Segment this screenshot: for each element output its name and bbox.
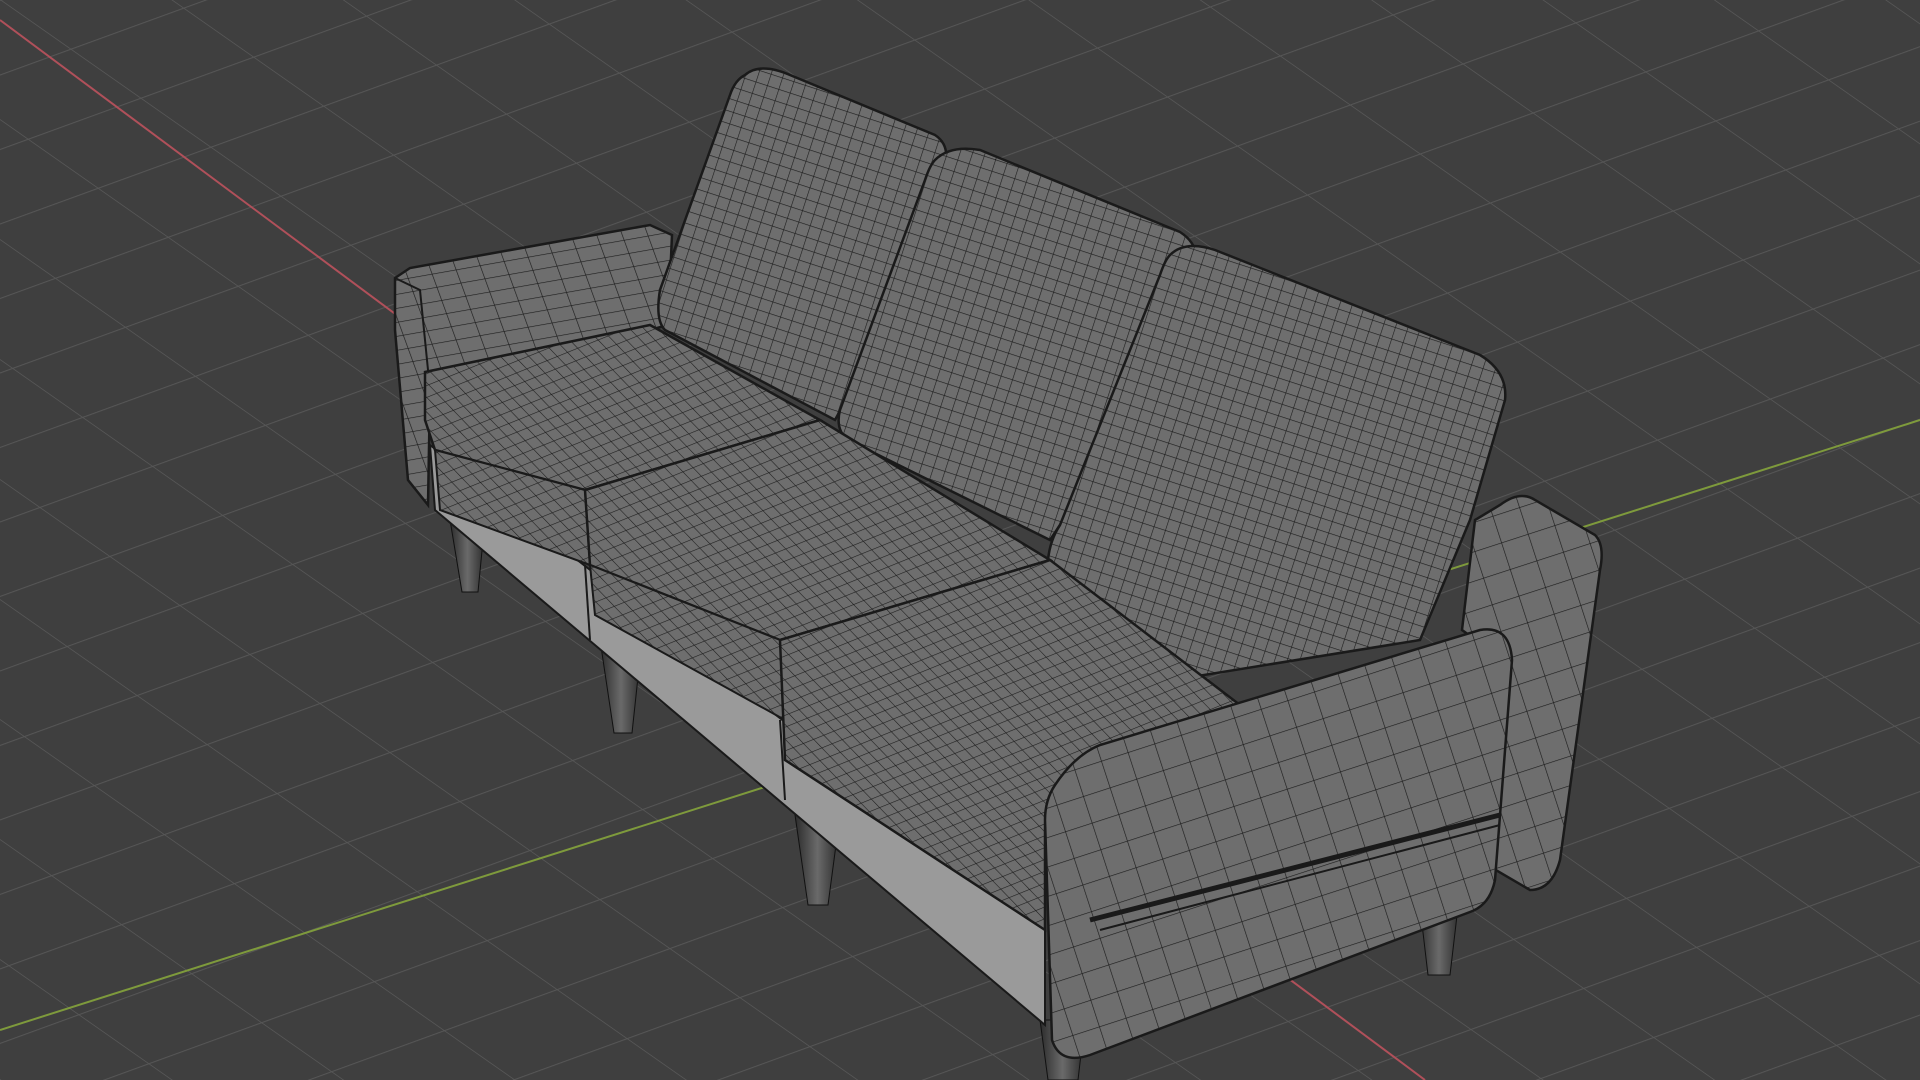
3d-viewport[interactable] [0,0,1920,1080]
